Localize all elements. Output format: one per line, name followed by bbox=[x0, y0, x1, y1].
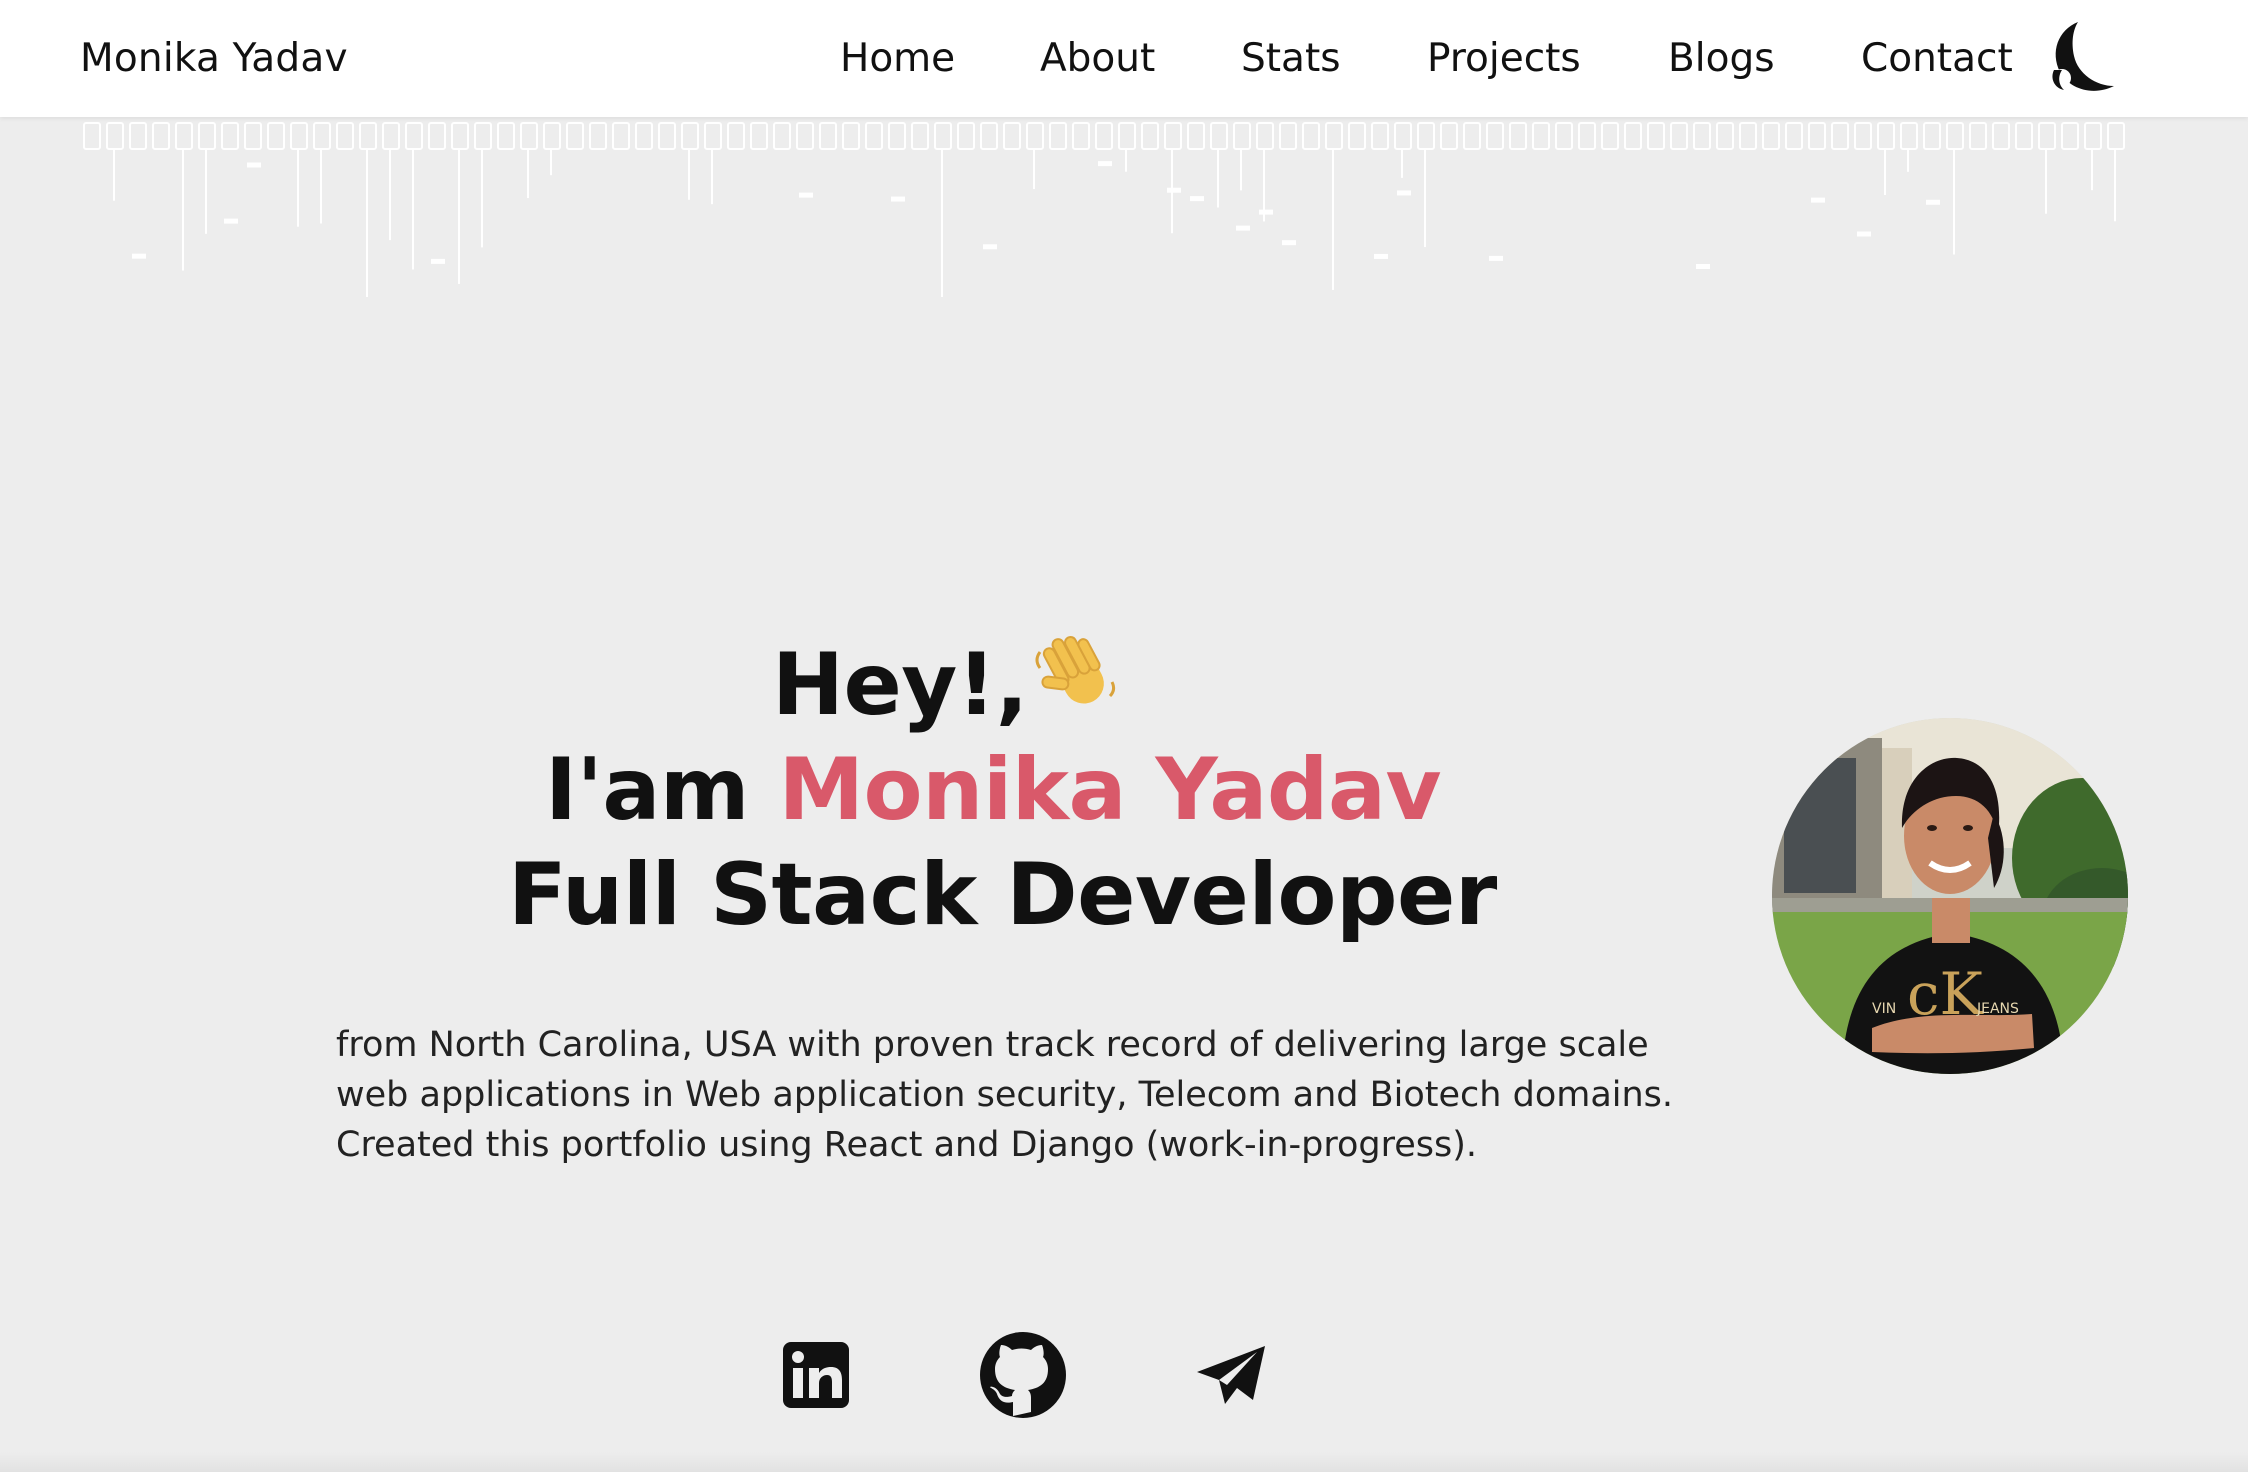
nav-link-home[interactable]: Home bbox=[840, 36, 955, 81]
hero-intro-line: I'am Monika Yadav bbox=[545, 740, 1442, 840]
hero-name: Monika Yadav bbox=[778, 740, 1442, 840]
decorative-matrix-rain bbox=[83, 122, 2125, 297]
nav-link-contact[interactable]: Contact bbox=[1861, 36, 2013, 81]
hero-greeting: Hey!, bbox=[772, 635, 1028, 735]
brand-logo-text[interactable]: Monika Yadav bbox=[80, 36, 348, 81]
svg-text:cK: cK bbox=[1907, 960, 1984, 1028]
moon-icon bbox=[2052, 22, 2114, 91]
hero-bio: from North Carolina, USA with proven tra… bbox=[336, 1025, 1674, 1165]
svg-text:VIN: VIN bbox=[1872, 1001, 1896, 1017]
hero-role: Full Stack Developer bbox=[508, 845, 1497, 945]
hero-greeting-line: Hey!, bbox=[772, 632, 1122, 735]
linkedin-icon bbox=[783, 1342, 849, 1408]
nav-link-projects[interactable]: Projects bbox=[1427, 36, 1581, 81]
svg-text:JEANS: JEANS bbox=[1976, 1001, 2019, 1017]
nav-link-blogs[interactable]: Blogs bbox=[1668, 36, 1775, 81]
linkedin-link[interactable] bbox=[771, 1330, 861, 1420]
telegram-link[interactable] bbox=[1185, 1330, 1275, 1420]
nav-link-stats[interactable]: Stats bbox=[1241, 36, 1341, 81]
bottom-shadow bbox=[0, 1452, 2248, 1472]
telegram-icon bbox=[1197, 1346, 1265, 1404]
waving-hand-icon bbox=[1035, 635, 1115, 704]
profile-photo: cK VIN JEANS bbox=[1772, 718, 2128, 1074]
theme-toggle-button[interactable] bbox=[2048, 20, 2120, 96]
navbar: Monika Yadav Home About Stats Projects B… bbox=[0, 0, 2248, 117]
github-icon bbox=[980, 1332, 1066, 1418]
github-link[interactable] bbox=[978, 1330, 1068, 1420]
nav-link-about[interactable]: About bbox=[1040, 36, 1155, 81]
hero-intro-prefix: I'am bbox=[545, 740, 749, 840]
